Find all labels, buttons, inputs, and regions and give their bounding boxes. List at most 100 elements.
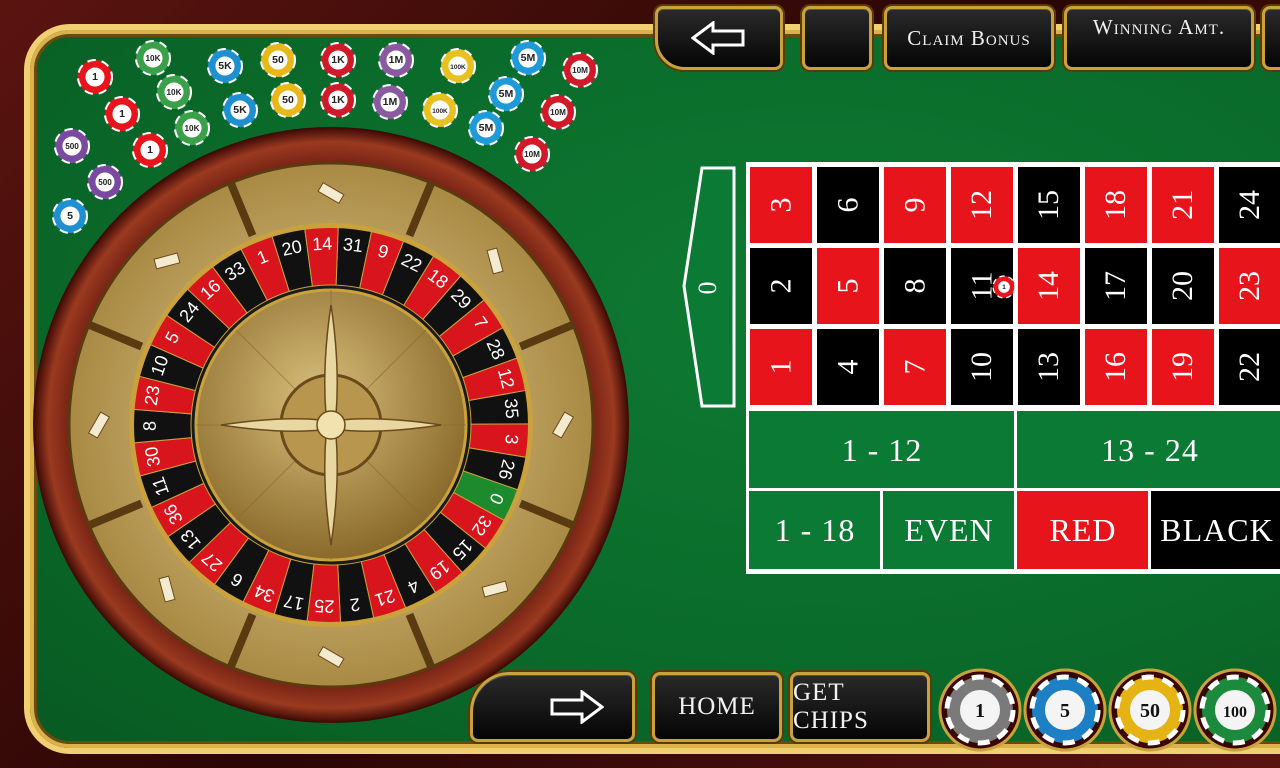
number-label: 24	[1233, 190, 1266, 220]
number-label: 2	[764, 278, 797, 294]
chip-label: 1K	[331, 94, 345, 106]
number-cell[interactable]: 20	[1152, 248, 1214, 324]
chip-label: 5M	[521, 52, 536, 64]
number-label: 14	[1032, 271, 1065, 301]
number-label: 21	[1166, 190, 1199, 220]
chip-label: 5M	[499, 88, 514, 100]
number-cell[interactable]: 15	[1018, 167, 1080, 243]
get-chips-button[interactable]: GET CHIPS	[790, 672, 930, 742]
number-cell[interactable]: 12	[951, 167, 1013, 243]
number-cell[interactable]: 18	[1085, 167, 1147, 243]
claim-bonus-button[interactable]: Claim Bonus	[884, 6, 1054, 70]
tray-chip[interactable]: 100	[1193, 668, 1277, 752]
chip-label: 1	[119, 108, 125, 120]
number-cell[interactable]: 4	[817, 329, 879, 405]
stack-chip[interactable]: 1M	[377, 41, 415, 79]
number-label: 7	[898, 359, 931, 375]
number-cell[interactable]: 14	[1018, 248, 1080, 324]
number-cell[interactable]: 3	[750, 167, 812, 243]
chip-tray: 1 5 50 100	[938, 668, 1277, 752]
stack-chip[interactable]: 10M	[539, 93, 577, 131]
top-bar-edge-button[interactable]	[1262, 6, 1280, 70]
stack-chip[interactable]: 50	[259, 41, 297, 79]
blank-button[interactable]	[802, 6, 872, 70]
number-label: 15	[1032, 190, 1065, 220]
number-cell[interactable]: 10	[951, 329, 1013, 405]
chip-label: 100	[1223, 704, 1247, 721]
chip-label: 10M	[572, 66, 588, 75]
stack-chip[interactable]: 1M	[371, 83, 409, 121]
chip-label: 5K	[218, 60, 232, 72]
number-cell[interactable]: 5	[817, 248, 879, 324]
stack-chip[interactable]: 10K	[134, 39, 172, 77]
number-label: 20	[1166, 271, 1199, 301]
stack-chip[interactable]: 5K	[221, 91, 259, 129]
chip-label: 1M	[383, 96, 398, 108]
even-money-bet[interactable]: BLACK	[1148, 488, 1280, 572]
number-label: 18	[1099, 190, 1132, 220]
number-cell[interactable]: 7	[884, 329, 946, 405]
number-cell[interactable]: 23	[1219, 248, 1280, 324]
pocket-number: 8	[140, 421, 160, 431]
dozen-bet[interactable]: 13 - 24	[1014, 408, 1280, 492]
placed-chip[interactable]: 1	[992, 275, 1016, 299]
placed-bet-chip[interactable]: 1	[991, 274, 1017, 300]
pocket-number: 3	[501, 434, 522, 446]
tray-chip[interactable]: 1	[938, 668, 1022, 752]
chip-label: 1	[975, 700, 985, 722]
number-label: 12	[965, 190, 998, 220]
stack-chip[interactable]: 10M	[561, 51, 599, 89]
number-label: 6	[831, 197, 864, 213]
number-cell[interactable]: 19	[1152, 329, 1214, 405]
stack-chip[interactable]: 1	[76, 58, 114, 96]
number-cell[interactable]: 8	[884, 248, 946, 324]
number-label: 10	[965, 352, 998, 382]
number-grid: 3 6 9 12 15 18 21 24 2 5 8 11 14 17 20 23 1 4 7 10 13 16 19 22 1…	[746, 162, 1280, 574]
number-cell[interactable]: 16	[1085, 329, 1147, 405]
chip-label: 1K	[331, 54, 345, 66]
chip-label: 5	[1060, 700, 1070, 722]
home-button[interactable]: HOME	[652, 672, 782, 742]
chip-label: 50	[282, 94, 294, 106]
chip-label: 50	[272, 54, 284, 66]
tray-chip[interactable]: 50	[1108, 668, 1192, 752]
pocket-number: 35	[501, 398, 523, 420]
number-cell[interactable]: 21	[1152, 167, 1214, 243]
back-button[interactable]	[655, 6, 783, 70]
stack-chip[interactable]: 5M	[509, 39, 547, 77]
winning-amount-display: Winning Amt.	[1064, 6, 1254, 70]
pocket-number: 20	[280, 236, 304, 260]
number-cell[interactable]: 1	[750, 329, 812, 405]
chip-label: 10M	[550, 108, 566, 117]
stack-chip[interactable]: 100K	[439, 47, 477, 85]
number-cell[interactable]: 13	[1018, 329, 1080, 405]
even-money-bet[interactable]: EVEN	[880, 488, 1018, 572]
pocket-number: 30	[141, 445, 164, 468]
number-label: 3	[764, 197, 797, 213]
number-label: 17	[1099, 271, 1132, 301]
number-label: 19	[1166, 352, 1199, 382]
even-money-bet[interactable]: 1 - 18	[746, 488, 884, 572]
stack-chip[interactable]: 100K	[421, 91, 459, 129]
number-label: 13	[1032, 352, 1065, 382]
number-cell[interactable]: 17	[1085, 248, 1147, 324]
stack-chip[interactable]: 50	[269, 81, 307, 119]
number-cell[interactable]: 6	[817, 167, 879, 243]
number-label: 9	[898, 197, 931, 213]
number-label: 16	[1099, 352, 1132, 382]
stack-chip[interactable]: 5M	[487, 75, 525, 113]
stack-chip[interactable]: 10K	[155, 73, 193, 111]
zero-cell[interactable]: 0	[682, 166, 746, 410]
number-cell[interactable]: 9	[884, 167, 946, 243]
stack-chip[interactable]: 5K	[206, 47, 244, 85]
stack-chip[interactable]: 1K	[319, 81, 357, 119]
even-money-bet[interactable]: RED	[1014, 488, 1152, 572]
number-cell[interactable]: 22	[1219, 329, 1280, 405]
number-cell[interactable]: 24	[1219, 167, 1280, 243]
roulette-wheel[interactable]: 0321519421225173462713361130823105241633…	[18, 125, 644, 725]
tray-chip[interactable]: 5	[1023, 668, 1107, 752]
number-cell[interactable]: 2	[750, 248, 812, 324]
chip-label: 5K	[233, 104, 247, 116]
dozen-bet[interactable]: 1 - 12	[746, 408, 1018, 492]
stack-chip[interactable]: 1K	[319, 41, 357, 79]
